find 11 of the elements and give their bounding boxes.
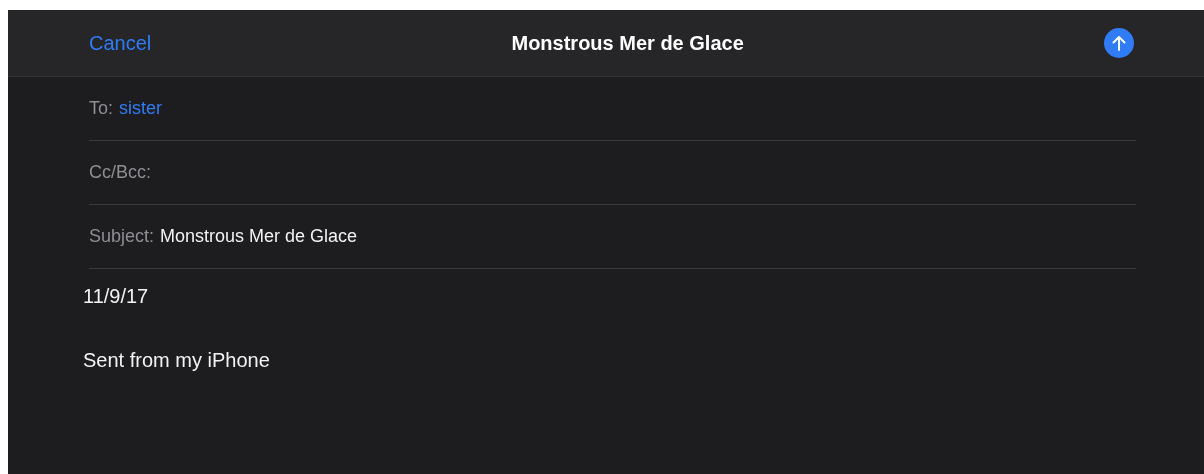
recipient-name[interactable]: sister xyxy=(119,95,163,122)
subject-field[interactable]: Monstrous Mer de Glace xyxy=(160,223,358,250)
message-text: 11/9/17 xyxy=(83,284,150,309)
field-label: Subject: xyxy=(89,225,155,248)
send-button[interactable] xyxy=(1104,28,1134,58)
field-label: Cc/Bcc: xyxy=(89,161,151,184)
arrow-up-icon xyxy=(1112,35,1126,51)
cancel-button[interactable]: Cancel xyxy=(89,28,152,58)
window-title: Monstrous Mer de Glace xyxy=(511,31,744,56)
message-text: Sent from my iPhone xyxy=(83,348,271,373)
field-label: To: xyxy=(89,97,113,120)
